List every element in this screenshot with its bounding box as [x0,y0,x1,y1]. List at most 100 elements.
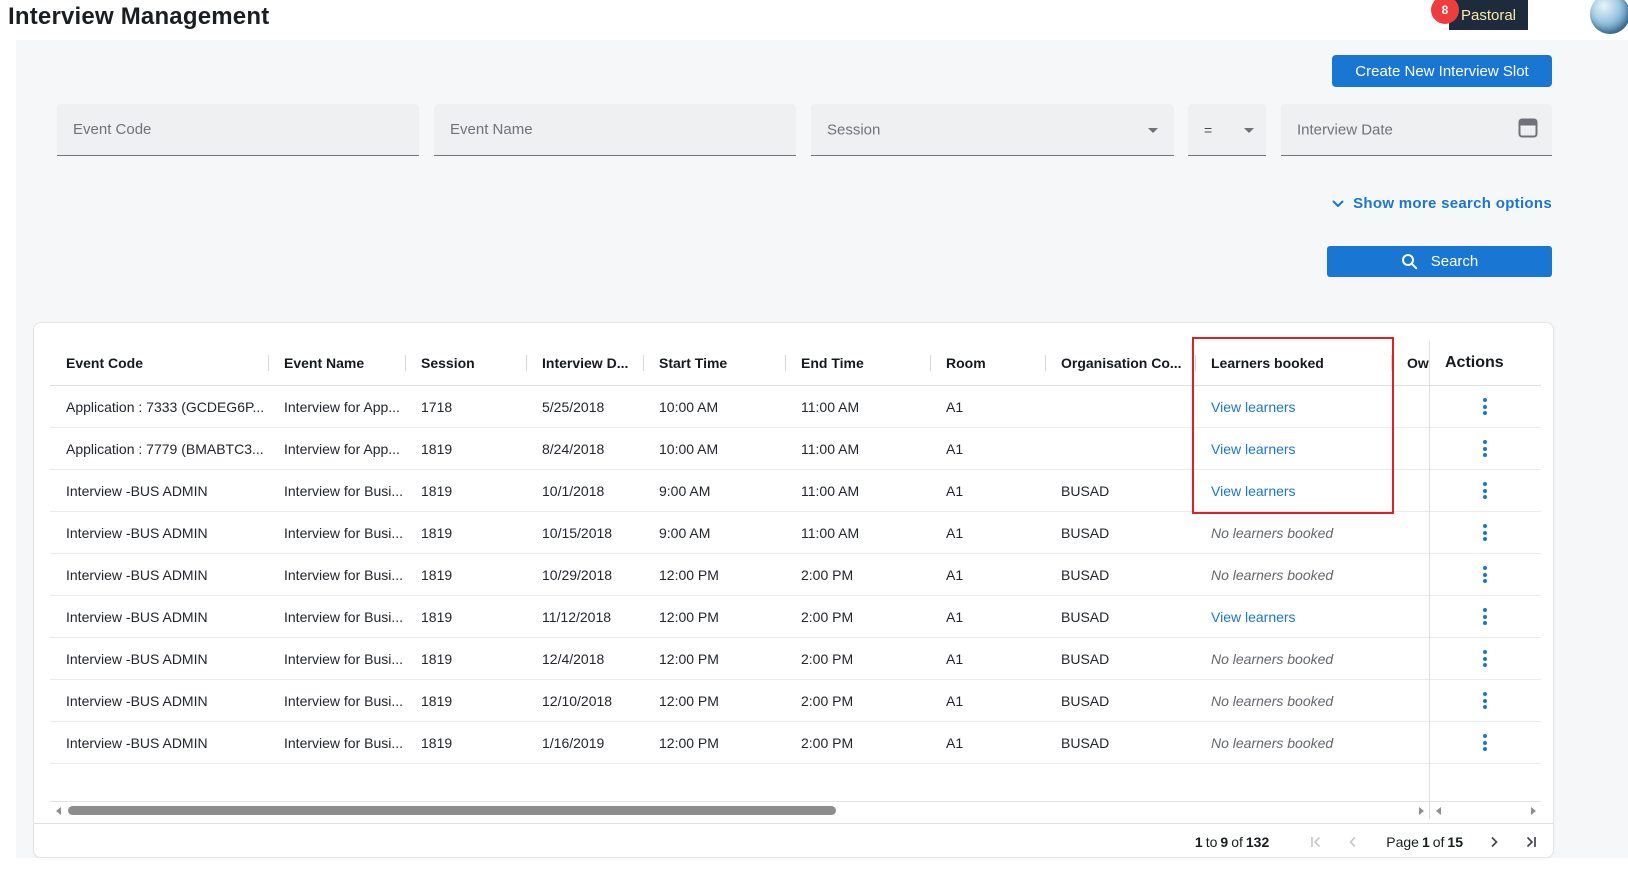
cell-end-time: 2:00 PM [785,555,930,595]
show-more-search-options-link[interactable]: Show more search options [1332,195,1552,212]
view-learners-link[interactable]: View learners [1211,399,1296,415]
header-cell-event-code[interactable]: Event Code [50,341,268,385]
header-cell-end-time[interactable]: End Time [785,341,930,385]
chevron-down-icon [1148,128,1158,133]
cell-owner [1391,429,1429,469]
row-actions-kebab-icon[interactable] [1479,730,1491,755]
cell-learners-booked: View learners [1195,429,1391,469]
cell-start-time: 12:00 PM [643,597,785,637]
no-learners-text: No learners booked [1211,525,1333,541]
table-row: Interview -BUS ADMIN Interview for Busi.… [50,554,1541,596]
cell-room: A1 [930,597,1045,637]
create-new-interview-slot-button[interactable]: Create New Interview Slot [1332,55,1552,87]
view-learners-link[interactable]: View learners [1211,609,1296,625]
interview-date-field[interactable]: Interview Date [1281,104,1552,156]
cell-session: 1819 [405,639,526,679]
row-actions-kebab-icon[interactable] [1479,436,1491,461]
cell-session: 1819 [405,723,526,763]
pinned-column-divider [1429,341,1430,801]
cell-interview-date: 11/12/2018 [526,597,643,637]
cell-learners-booked: No learners booked [1195,639,1391,679]
cell-interview-date: 8/24/2018 [526,429,643,469]
cell-interview-date: 12/10/2018 [526,681,643,721]
scrollbar-thumb[interactable] [68,806,836,815]
cell-end-time: 11:00 AM [785,429,930,469]
row-actions-kebab-icon[interactable] [1479,604,1491,629]
date-operator-select[interactable]: = [1188,104,1266,156]
cell-event-name: Interview for Busi... [268,513,405,553]
cell-interview-date: 10/1/2018 [526,471,643,511]
search-button-label: Search [1431,253,1479,270]
cell-owner [1391,387,1429,427]
cell-room: A1 [930,429,1045,469]
cell-interview-date: 5/25/2018 [526,387,643,427]
prev-page-icon[interactable] [1344,833,1361,850]
header-cell-start-time[interactable]: Start Time [643,341,785,385]
cell-session: 1819 [405,513,526,553]
scroll-left-icon[interactable] [50,802,66,819]
cell-end-time: 2:00 PM [785,597,930,637]
header-cell-owner[interactable]: Owner [1391,341,1429,385]
cell-start-time: 12:00 PM [643,555,785,595]
pinned-scroll-right-icon[interactable] [1525,802,1541,819]
row-actions-kebab-icon[interactable] [1479,688,1491,713]
cell-start-time: 9:00 AM [643,513,785,553]
cell-event-name: Interview for Busi... [268,597,405,637]
pinned-scroll-left-icon[interactable] [1430,802,1446,819]
cell-session: 1819 [405,471,526,511]
view-learners-link[interactable]: View learners [1211,483,1296,499]
table-row: Interview -BUS ADMIN Interview for Busi.… [50,722,1541,764]
chevron-down-icon [1332,200,1344,208]
cell-organisation-code [1045,387,1195,427]
interview-table: Event Code Event Name Session Interview … [50,341,1541,764]
cell-event-code: Interview -BUS ADMIN [50,555,268,595]
cell-end-time: 11:00 AM [785,471,930,511]
cell-interview-date: 12/4/2018 [526,639,643,679]
calendar-icon[interactable] [1518,117,1538,143]
cell-learners-booked: No learners booked [1195,513,1391,553]
cell-learners-booked: No learners booked [1195,723,1391,763]
cell-start-time: 12:00 PM [643,723,785,763]
row-actions-kebab-icon[interactable] [1479,394,1491,419]
row-actions-kebab-icon[interactable] [1479,646,1491,671]
first-page-icon[interactable] [1307,833,1324,850]
scroll-right-icon[interactable] [1413,802,1429,819]
header-cell-learners-booked[interactable]: Learners booked [1195,341,1391,385]
cell-start-time: 10:00 AM [643,387,785,427]
last-page-icon[interactable] [1522,833,1539,850]
header-cell-interview-date[interactable]: Interview D... [526,341,643,385]
interview-date-placeholder: Interview Date [1297,121,1393,138]
cell-event-code: Application : 7333 (GCDEG6P... [50,387,268,427]
cell-event-name: Interview for Busi... [268,555,405,595]
pastoral-button[interactable]: Pastoral [1449,0,1528,30]
header-cell-room[interactable]: Room [930,341,1045,385]
row-actions-kebab-icon[interactable] [1479,520,1491,545]
cell-event-name: Interview for App... [268,429,405,469]
event-name-input[interactable] [434,104,796,155]
cell-session: 1718 [405,387,526,427]
event-code-field[interactable] [57,104,419,156]
page-title: Interview Management [8,0,269,34]
event-code-input[interactable] [57,104,419,155]
event-name-field[interactable] [434,104,796,156]
row-actions-kebab-icon[interactable] [1479,478,1491,503]
cell-end-time: 11:00 AM [785,513,930,553]
cell-organisation-code: BUSAD [1045,681,1195,721]
cell-event-code: Interview -BUS ADMIN [50,597,268,637]
next-page-icon[interactable] [1485,833,1502,850]
user-avatar[interactable] [1590,0,1628,34]
cell-organisation-code: BUSAD [1045,513,1195,553]
header-cell-event-name[interactable]: Event Name [268,341,405,385]
row-actions-kebab-icon[interactable] [1479,562,1491,587]
search-button[interactable]: Search [1327,246,1552,277]
session-select[interactable]: Session [811,104,1174,156]
row-range-summary: 1to9of132 [1195,834,1269,850]
header-cell-session[interactable]: Session [405,341,526,385]
cell-owner [1391,513,1429,553]
no-learners-text: No learners booked [1211,735,1333,751]
cell-owner [1391,555,1429,595]
header-cell-organisation-code[interactable]: Organisation Co... [1045,341,1195,385]
view-learners-link[interactable]: View learners [1211,441,1296,457]
date-operator-value: = [1204,122,1212,138]
cell-start-time: 9:00 AM [643,471,785,511]
